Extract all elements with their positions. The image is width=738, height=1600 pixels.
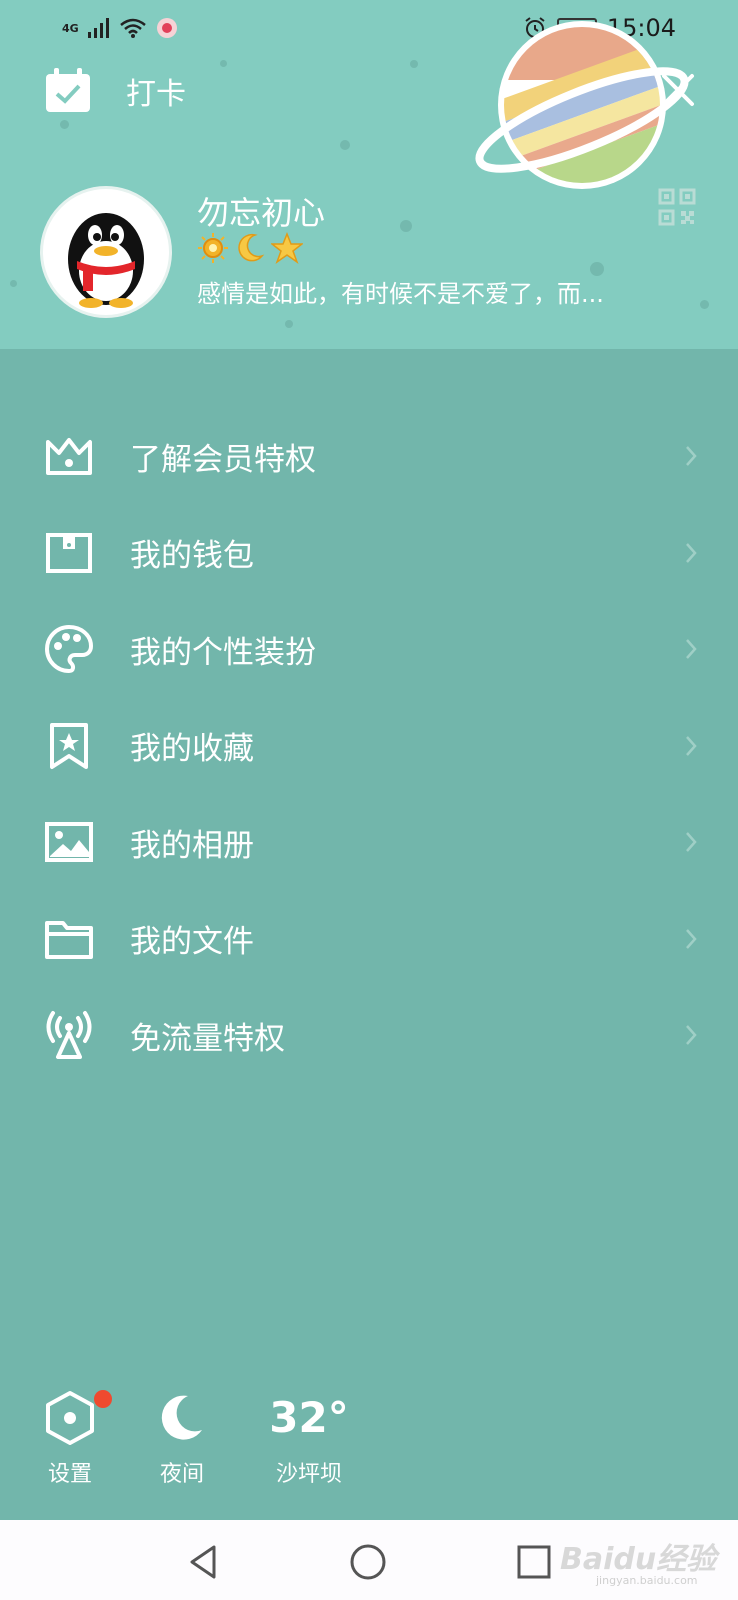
calendar-check-icon [46,68,90,112]
moon-badge-icon [238,233,265,262]
chevron-right-icon [686,735,697,756]
menu-item-free-data[interactable]: 免流量特权 [0,987,738,1084]
menu-item-label: 了解会员特权 [130,441,316,478]
settings-hexagon-icon [46,1391,94,1445]
star-badge-icon [271,232,303,264]
menu-item-label: 我的个性装扮 [130,634,316,671]
menu-item-theme[interactable]: 我的个性装扮 [0,601,738,698]
chevron-right-icon [686,542,697,563]
system-navigation-bar: Baidu经验 jingyan.baidu.com [0,1520,738,1600]
background-speck [400,220,412,232]
signal-tower-icon [44,1010,94,1060]
recents-square-icon[interactable] [514,1542,554,1582]
background-speck [700,300,709,309]
settings-label: 设置 [47,1462,92,1487]
home-circle-icon[interactable] [348,1542,388,1582]
drawer-menu: 了解会员特权 我的钱包 我的个性装扮 我的收藏 我的相册 我的文件 免流量特权 [0,408,738,1084]
chevron-right-icon [686,639,697,660]
image-icon [44,817,94,867]
chevron-right-icon [686,1025,697,1046]
menu-item-album[interactable]: 我的相册 [0,794,738,891]
wallet-icon [44,528,94,578]
qr-code-icon[interactable] [658,188,696,226]
menu-item-vip[interactable]: 了解会员特权 [0,408,738,505]
palette-icon [44,624,94,674]
background-speck [285,320,293,328]
close-icon[interactable] [660,72,696,108]
background-speck [10,280,17,287]
moon-icon [161,1395,202,1440]
checkin-label: 打卡 [126,77,186,112]
background-speck [340,140,350,150]
menu-item-label: 我的文件 [130,924,254,961]
night-mode-label: 夜间 [159,1462,204,1487]
menu-item-files[interactable]: 我的文件 [0,891,738,988]
profile-signature: 感情是如此，有时候不是不爱了，而... [197,280,604,308]
network-type-label: 4G [62,21,79,35]
chevron-right-icon [686,832,697,853]
drawer-bottom-bar: 设置 夜间 32° 沙坪坝 [0,1390,738,1490]
avatar[interactable] [40,186,172,318]
weather-button[interactable]: 32° 沙坪坝 [254,1390,364,1488]
chevron-right-icon [686,446,697,467]
bookmark-star-icon [44,721,94,771]
status-left: 4G [62,16,179,40]
background-speck [60,120,69,129]
menu-item-favorites[interactable]: 我的收藏 [0,698,738,795]
baidu-watermark-url: jingyan.baidu.com [596,1574,698,1587]
level-badges[interactable] [197,232,303,264]
back-triangle-icon[interactable] [184,1542,224,1582]
baidu-watermark: Baidu经验 [560,1542,717,1577]
sun-badge-icon [198,233,228,263]
profile-name: 勿忘初心 [197,194,326,232]
cellular-signal-icon [87,18,109,38]
location-label: 沙坪坝 [275,1462,342,1487]
checkin-button[interactable]: 打卡 [44,68,186,114]
wifi-icon [119,18,146,38]
menu-item-wallet[interactable]: 我的钱包 [0,505,738,602]
temperature-value: 32° [269,1393,349,1442]
background-speck [410,60,418,68]
menu-item-label: 我的收藏 [130,731,254,768]
notification-app-icon [156,18,177,38]
notification-dot [94,1390,112,1408]
chevron-right-icon [686,928,697,949]
menu-item-label: 我的相册 [130,827,254,864]
settings-button[interactable]: 设置 [20,1390,120,1488]
penguin-avatar-icon [68,213,144,308]
profile-header: 4G 15:04 打卡 勿忘初心 感情是如此，有时候不是不爱了，而... [0,0,738,349]
background-speck [220,60,227,67]
menu-item-label: 我的钱包 [130,538,254,575]
crown-icon [44,431,94,481]
menu-item-label: 免流量特权 [130,1020,285,1057]
folder-icon [44,914,94,964]
night-mode-button[interactable]: 夜间 [132,1390,232,1488]
